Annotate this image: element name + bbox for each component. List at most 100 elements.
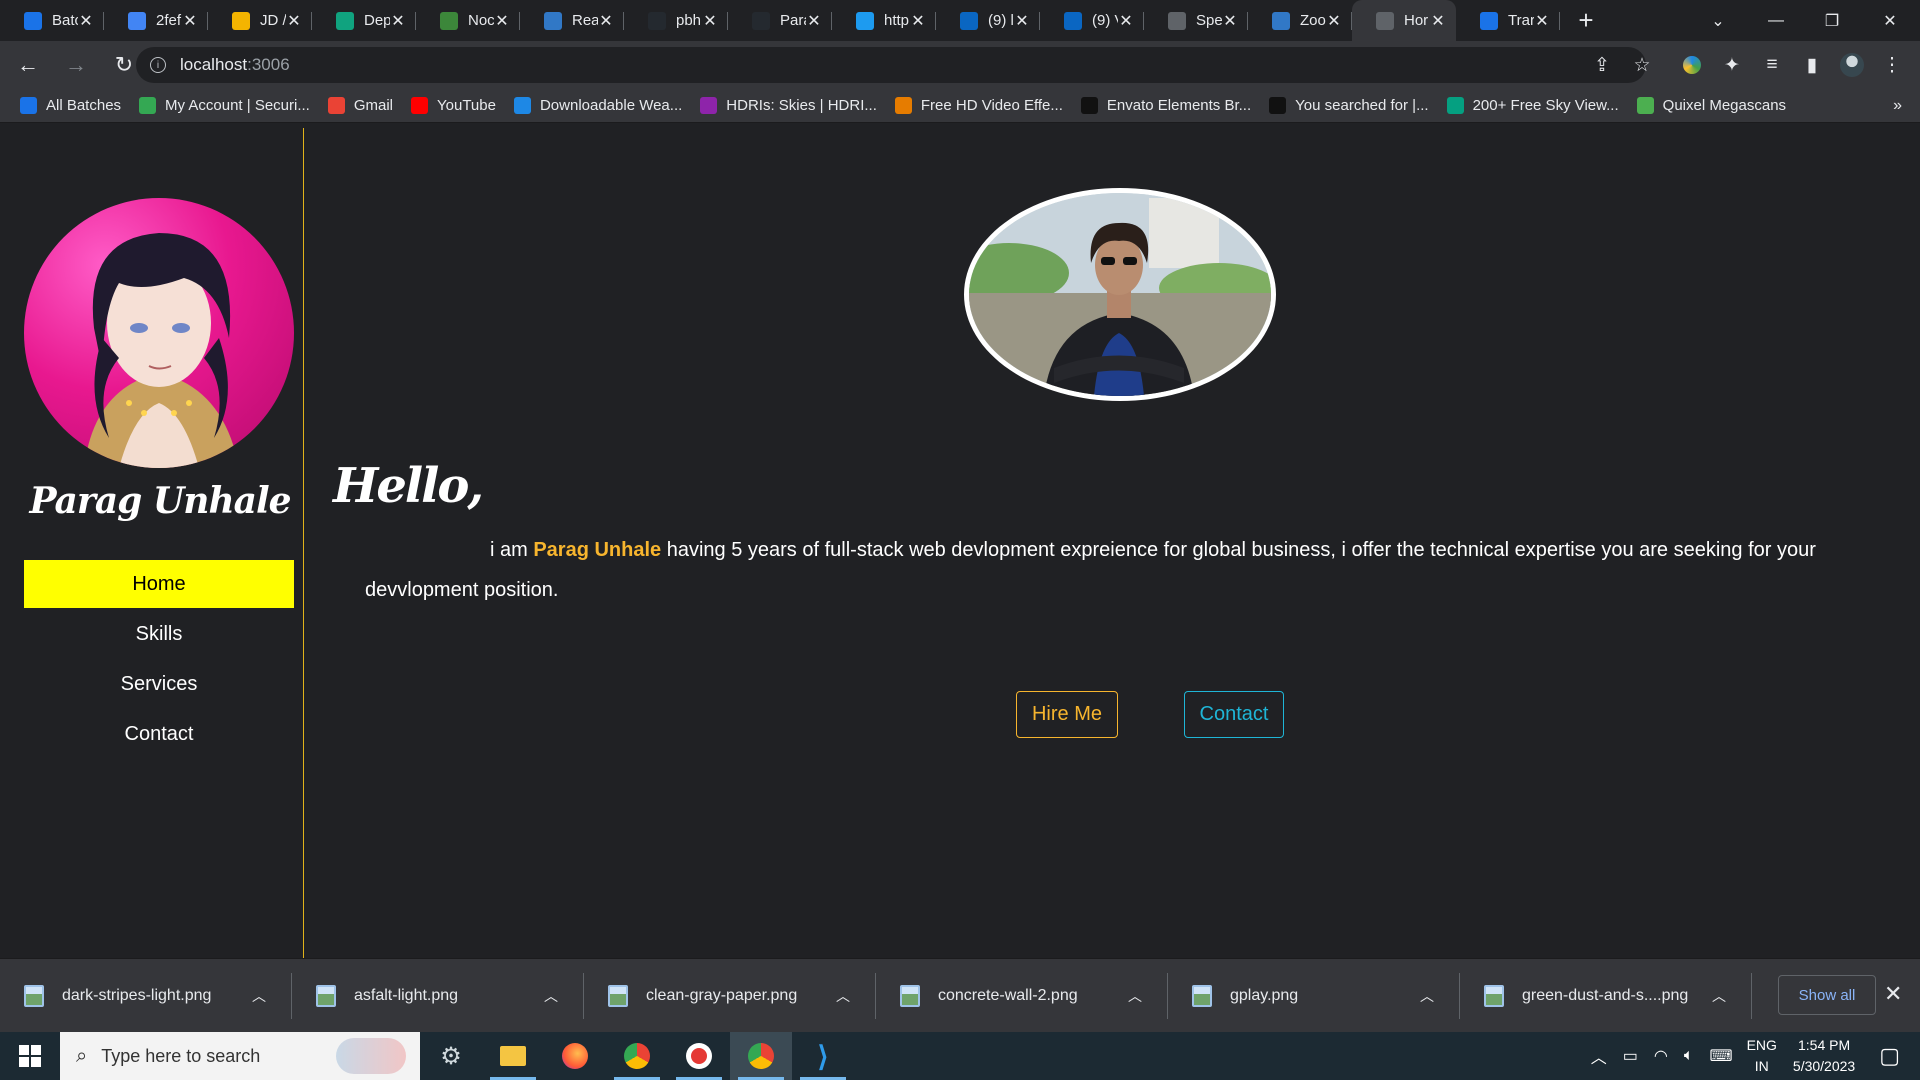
browser-tab[interactable]: http ✕ [832,0,936,41]
tab-search-icon[interactable]: ⌄ [1690,0,1746,41]
input-language[interactable]: ENG IN [1747,1035,1777,1077]
download-item[interactable]: concrete-wall-2.png ︿ [876,959,1168,1033]
close-tab-icon[interactable]: ✕ [286,11,302,31]
close-tab-icon[interactable]: ✕ [702,11,718,31]
browser-tab[interactable]: Rea ✕ [520,0,624,41]
bookmark-item[interactable]: Free HD Video Effe... [894,97,1063,114]
taskbar-search-box[interactable]: ⌕ Type here to search [60,1032,420,1080]
bookmark-item[interactable]: HDRIs: Skies | HDRI... [700,97,877,114]
nav-home[interactable]: Home [24,560,294,608]
close-tab-icon[interactable]: ✕ [1118,11,1134,31]
hire-me-button[interactable]: Hire Me [1016,691,1118,738]
close-tab-icon[interactable]: ✕ [806,11,822,31]
more-bookmarks-icon[interactable]: » [1893,97,1902,115]
bookmark-item[interactable]: Quixel Megascans [1636,97,1786,114]
nav-services[interactable]: Services [24,660,294,708]
close-window-button[interactable]: ✕ [1862,0,1918,41]
bookmark-item[interactable]: YouTube [411,97,496,114]
close-tab-icon[interactable]: ✕ [1430,11,1446,31]
bookmark-star-icon[interactable]: ☆ [1628,51,1656,79]
close-shelf-icon[interactable]: ✕ [1884,981,1902,1007]
windows-start-icon[interactable] [0,1032,60,1080]
megascans-icon [1636,97,1654,114]
restore-button[interactable]: ❐ [1804,0,1860,41]
chevron-up-icon[interactable]: ︿ [252,986,266,1006]
nav-skills[interactable]: Skills [24,610,294,658]
chrome-menu-icon[interactable]: ⋮ [1878,51,1906,79]
show-all-downloads-button[interactable]: Show all [1778,975,1876,1015]
profile-avatar[interactable] [1838,51,1866,79]
close-tab-icon[interactable]: ✕ [1534,11,1550,31]
close-tab-icon[interactable]: ✕ [494,11,510,31]
close-tab-icon[interactable]: ✕ [1326,11,1342,31]
forward-button[interactable]: → [56,45,96,85]
bookmark-item[interactable]: Envato Elements Br... [1080,97,1251,114]
close-tab-icon[interactable]: ✕ [390,11,406,31]
bookmark-item[interactable]: All Batches [20,97,121,114]
site-info-icon[interactable]: i [150,57,166,73]
clock[interactable]: 1:54 PM 5/30/2023 [1793,1035,1855,1077]
bookmark-item[interactable]: 200+ Free Sky View... [1446,97,1619,114]
download-item[interactable]: clean-gray-paper.png ︿ [584,959,876,1033]
bookmark-item[interactable]: Gmail [327,97,393,114]
show-hidden-icons-chevron-icon[interactable]: ︿ [1591,1044,1607,1068]
battery-icon[interactable]: ▭ [1623,1046,1638,1066]
download-item[interactable]: green-dust-and-s....png ︿ [1460,959,1752,1033]
file-explorer-app-icon[interactable] [482,1032,544,1080]
linkedin-icon [1064,11,1082,30]
close-tab-icon[interactable]: ✕ [182,11,198,31]
settings-app-icon[interactable]: ⚙ [420,1032,482,1080]
close-tab-icon[interactable]: ✕ [910,11,926,31]
close-tab-icon[interactable]: ✕ [78,11,94,31]
side-panel-icon[interactable]: ▮ [1798,51,1826,79]
browser-tab[interactable]: Dep ✕ [312,0,416,41]
new-tab-button[interactable]: + [1566,0,1606,41]
download-item[interactable]: asfalt-light.png ︿ [292,959,584,1033]
share-icon[interactable]: ⇪ [1588,51,1616,79]
keyboard-icon[interactable]: ⌨ [1709,1046,1732,1066]
bookmark-item[interactable]: You searched for |... [1269,97,1429,114]
chevron-up-icon[interactable]: ︿ [1712,986,1726,1006]
vscode-app-icon[interactable]: ⟩ [792,1032,854,1080]
notifications-icon[interactable]: ▢ [1879,1043,1900,1069]
browser-tab[interactable]: JD / ✕ [208,0,312,41]
browser-tab[interactable]: Noc ✕ [416,0,520,41]
browser-tab[interactable]: Hor ✕ [1352,0,1456,41]
firefox-app-icon[interactable] [544,1032,606,1080]
browser-tab[interactable]: (9) V✕ [1040,0,1144,41]
contact-button[interactable]: Contact [1184,691,1284,738]
browser-tab[interactable]: Batc✕ [0,0,104,41]
close-tab-icon[interactable]: ✕ [1014,11,1030,31]
download-item[interactable]: dark-stripes-light.png ︿ [0,959,292,1033]
browser-tab[interactable]: Trar ✕ [1456,0,1560,41]
browser-tab[interactable]: Para✕ [728,0,832,41]
chevron-up-icon[interactable]: ︿ [544,986,558,1006]
minimize-button[interactable]: — [1748,0,1804,41]
tiktok-icon [1080,97,1098,114]
obs-recorder-app-icon[interactable] [668,1032,730,1080]
browser-tab[interactable]: Spe ✕ [1144,0,1248,41]
extension-edge-icon[interactable] [1678,51,1706,79]
bookmark-item[interactable]: Downloadable Wea... [513,97,682,114]
volume-icon[interactable]: 🔈︎ [1684,1047,1694,1065]
back-button[interactable]: ← [8,45,48,85]
close-tab-icon[interactable]: ✕ [598,11,614,31]
close-tab-icon[interactable]: ✕ [1222,11,1238,31]
chrome-app-icon[interactable] [730,1032,792,1080]
chevron-up-icon[interactable]: ︿ [1420,986,1434,1006]
url-port: :3006 [247,55,290,74]
browser-tab[interactable]: 2fef ✕ [104,0,208,41]
chevron-up-icon[interactable]: ︿ [1128,986,1142,1006]
browser-tab[interactable]: (9) l ✕ [936,0,1040,41]
download-item[interactable]: gplay.png ︿ [1168,959,1460,1033]
browser-tab[interactable]: Zoo ✕ [1248,0,1352,41]
wifi-icon[interactable]: ◠ [1654,1046,1668,1066]
chrome-profile-app-icon[interactable] [606,1032,668,1080]
bookmark-item[interactable]: My Account | Securi... [139,97,310,114]
nav-contact[interactable]: Contact [24,710,294,758]
address-bar[interactable]: i localhost:3006 [136,47,1646,83]
chevron-up-icon[interactable]: ︿ [836,986,850,1006]
media-controls-icon[interactable]: ≡ [1758,51,1786,79]
browser-tab[interactable]: pbh ✕ [624,0,728,41]
extensions-puzzle-icon[interactable]: ✦ [1718,51,1746,79]
